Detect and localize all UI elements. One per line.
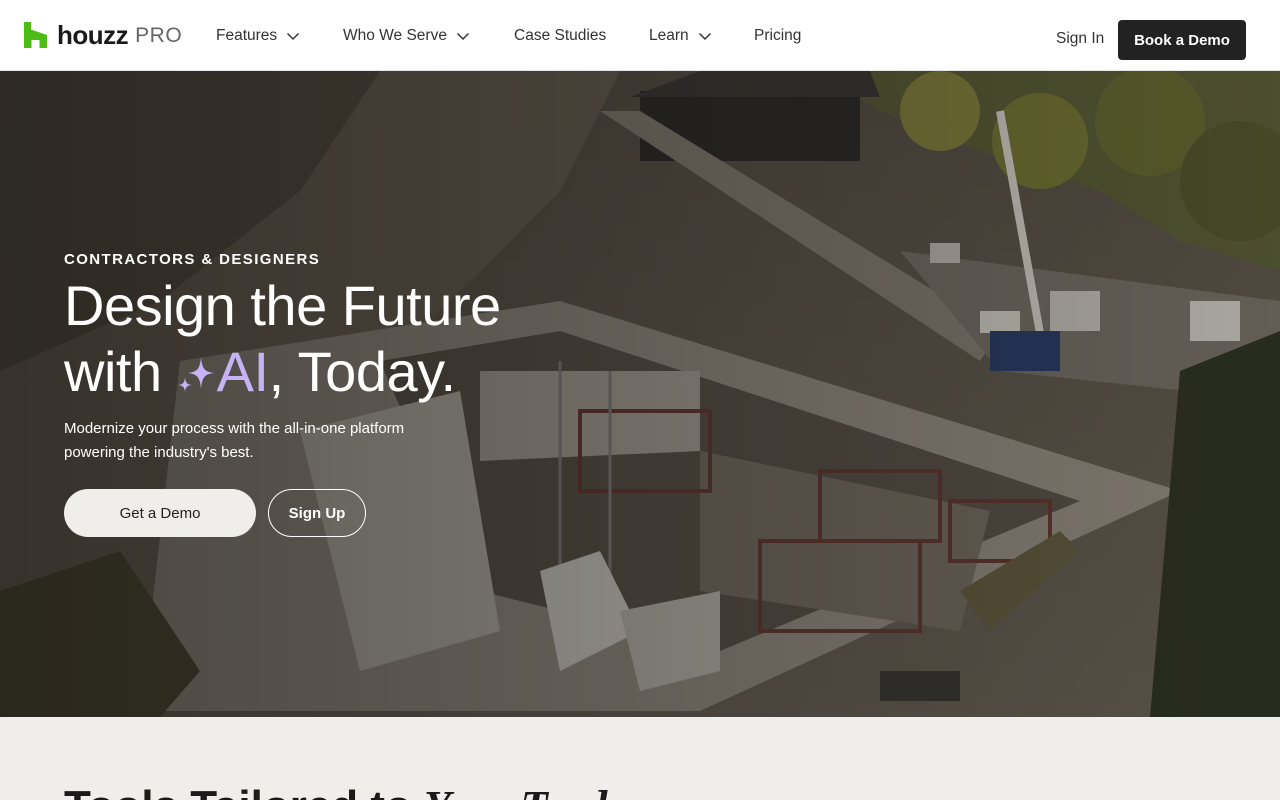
houzz-pro-logo[interactable]: houzz PRO bbox=[24, 21, 182, 49]
hero-headline: Design the Future with AI, Today. bbox=[64, 273, 664, 405]
tools-section: Tools Tailored to Your Trade bbox=[0, 717, 1280, 800]
chevron-down-icon bbox=[287, 32, 300, 40]
nav-learn[interactable]: Learn bbox=[649, 27, 754, 45]
nav-pricing[interactable]: Pricing bbox=[754, 27, 801, 45]
headline-tail: , Today. bbox=[268, 340, 456, 403]
nav-who-we-serve[interactable]: Who We Serve bbox=[343, 27, 514, 45]
tools-title-plain: Tools Tailored to bbox=[64, 782, 424, 800]
main-menu: Features Who We Serve Case Studies Learn… bbox=[216, 0, 801, 71]
headline-with: with bbox=[64, 340, 177, 403]
chevron-down-icon bbox=[456, 32, 469, 40]
houzz-logo-icon bbox=[24, 22, 47, 48]
nav-who-we-serve-label: Who We Serve bbox=[343, 26, 447, 44]
sign-in-link[interactable]: Sign In bbox=[1056, 30, 1104, 48]
logo-wordmark: houzz bbox=[57, 20, 129, 50]
tools-title-italic: Your Trade bbox=[424, 782, 627, 800]
headline-line-1: Design the Future bbox=[64, 274, 501, 337]
sparkle-icon bbox=[177, 357, 214, 392]
nav-pricing-label: Pricing bbox=[754, 26, 802, 44]
chevron-down-icon bbox=[698, 32, 711, 40]
hero-section: CONTRACTORS & DESIGNERS Design the Futur… bbox=[0, 71, 1280, 717]
headline-ai: AI bbox=[216, 340, 269, 403]
tools-section-title: Tools Tailored to Your Trade bbox=[64, 781, 627, 800]
nav-features[interactable]: Features bbox=[216, 27, 343, 45]
nav-learn-label: Learn bbox=[649, 26, 689, 44]
hero-subcopy: Modernize your process with the all-in-o… bbox=[64, 420, 405, 461]
hero-eyebrow: CONTRACTORS & DESIGNERS bbox=[64, 251, 321, 268]
nav-features-label: Features bbox=[216, 26, 278, 44]
get-demo-button[interactable]: Get a Demo bbox=[64, 489, 256, 537]
nav-case-studies[interactable]: Case Studies bbox=[514, 27, 649, 45]
logo-pro-label: PRO bbox=[135, 24, 183, 47]
top-nav: houzz PRO Features Who We Serve Case Stu… bbox=[0, 0, 1280, 71]
sign-up-button[interactable]: Sign Up bbox=[268, 489, 366, 537]
nav-case-studies-label: Case Studies bbox=[514, 26, 607, 44]
book-demo-button[interactable]: Book a Demo bbox=[1118, 20, 1246, 60]
